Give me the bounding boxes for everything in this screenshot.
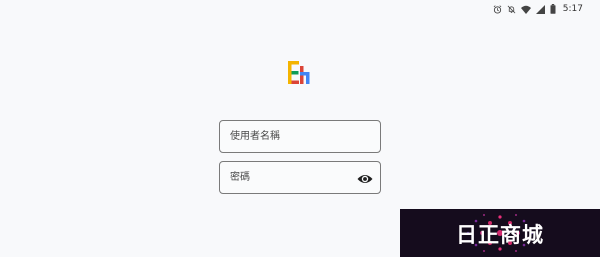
username-input[interactable]: [220, 121, 350, 152]
password-input[interactable]: [220, 162, 350, 193]
watermark: 日正商城: [400, 209, 600, 257]
app-logo-icon: [287, 60, 313, 86]
username-field[interactable]: [219, 120, 381, 153]
bell-off-icon: [507, 5, 516, 14]
status-bar: 5:17: [493, 0, 600, 18]
status-time: 5:17: [562, 4, 583, 14]
wifi-icon: [520, 5, 531, 14]
eye-icon[interactable]: [357, 171, 373, 185]
alarm-icon: [493, 4, 502, 14]
password-field[interactable]: [219, 161, 381, 194]
battery-icon: [550, 4, 556, 14]
watermark-text: 日正商城: [456, 223, 544, 247]
signal-icon: [535, 4, 545, 14]
